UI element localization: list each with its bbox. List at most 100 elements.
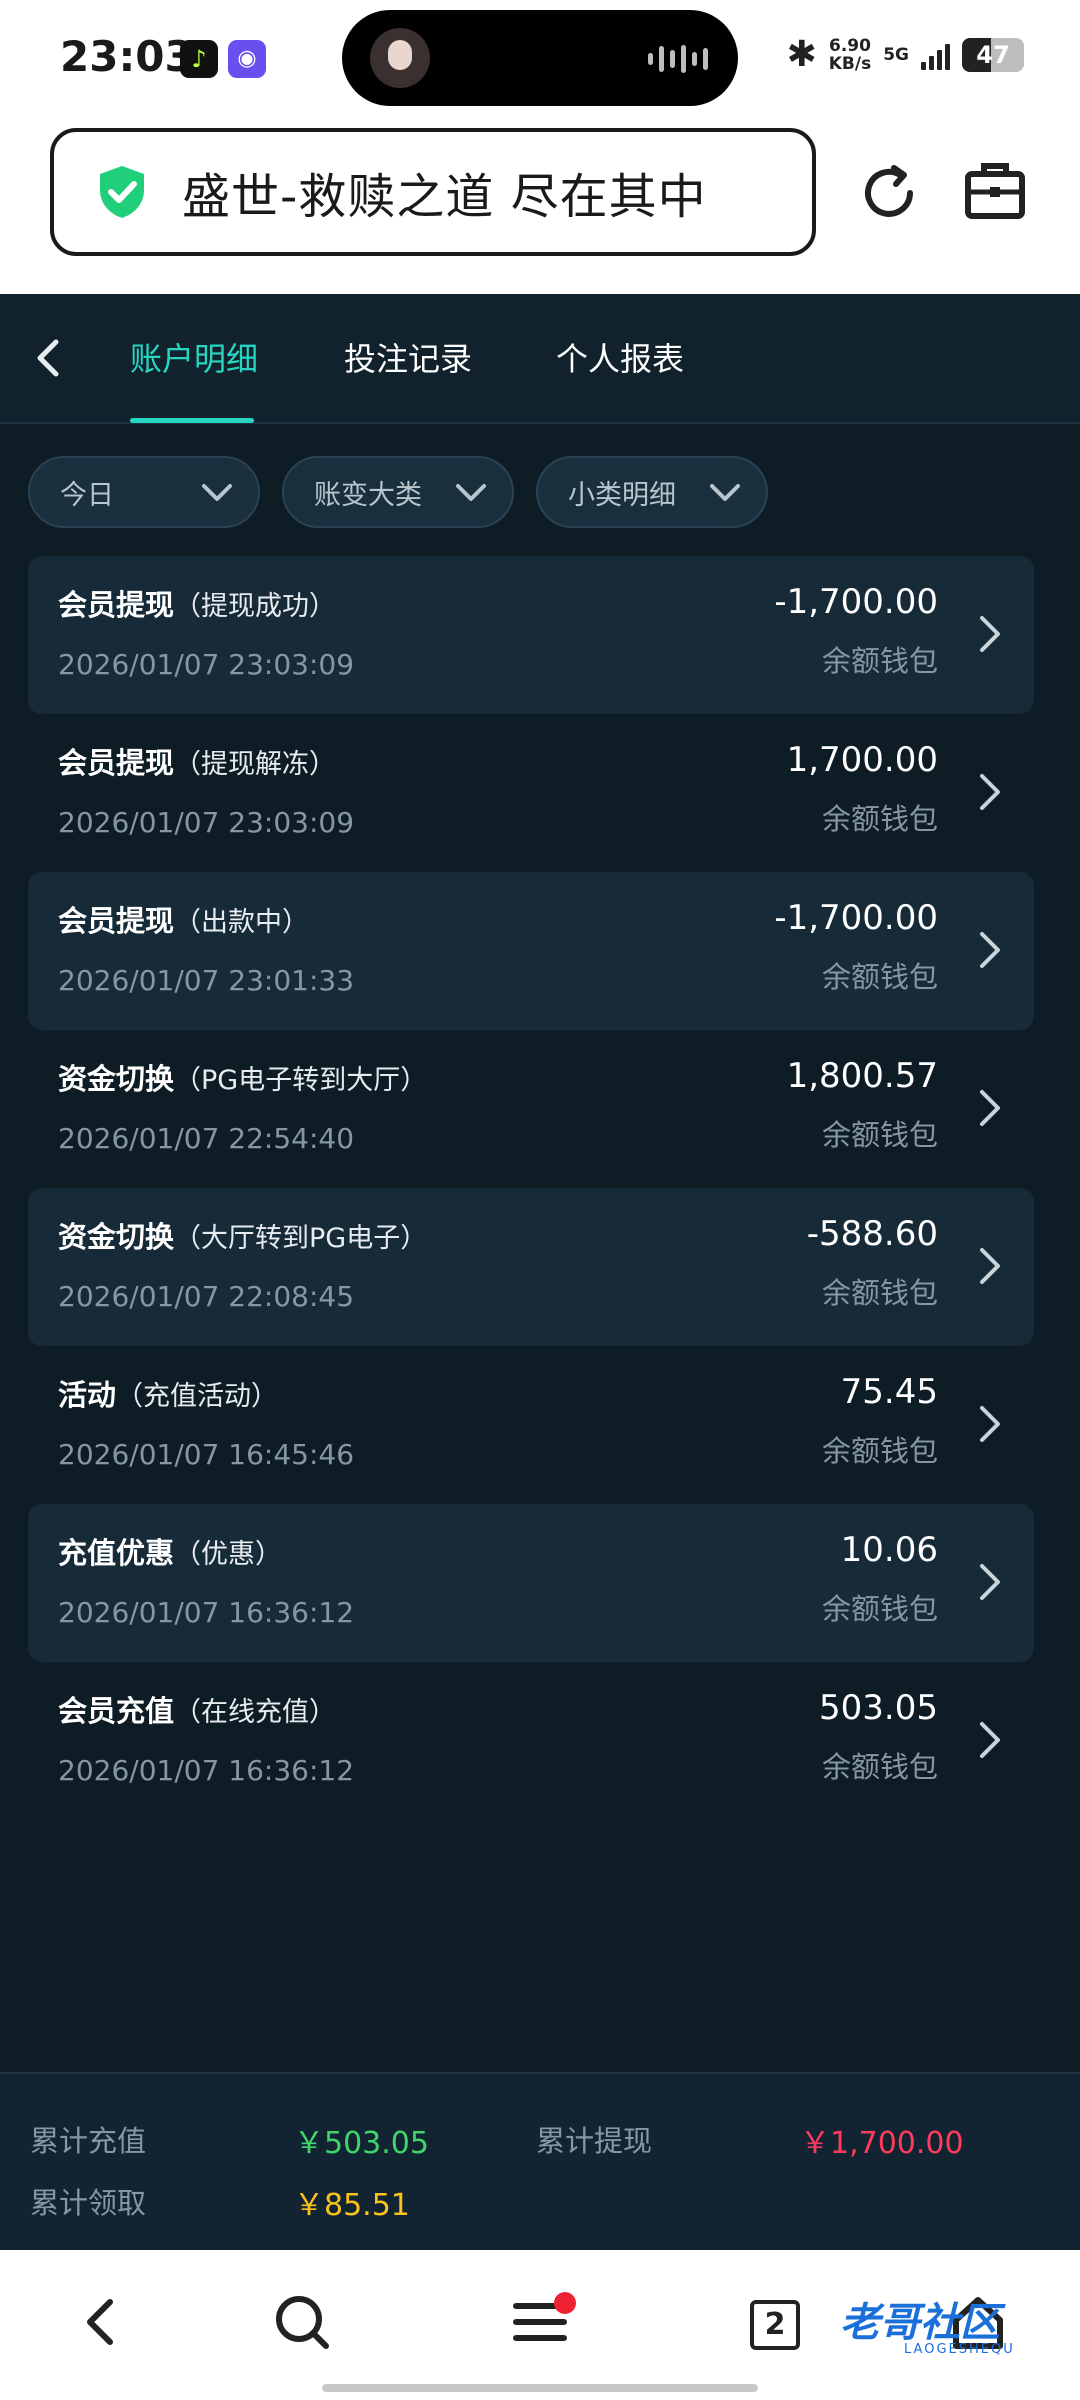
total-withdraw-value: ￥1,700.00 xyxy=(800,2126,964,2161)
transaction-detail: （提现成功） xyxy=(174,591,337,622)
tab-account-details[interactable]: 账户明细 xyxy=(130,334,258,380)
transaction-type: 会员充值 xyxy=(58,1694,175,1728)
shield-check-icon xyxy=(100,166,144,218)
transaction-wallet: 余额钱包 xyxy=(821,1750,938,1784)
transaction-wallet: 余额钱包 xyxy=(821,644,938,678)
chevron-right-icon xyxy=(980,616,1000,652)
filter-subcategory[interactable]: 小类明细 xyxy=(536,456,768,528)
transaction-row[interactable]: 会员充值（在线充值） 2026/01/07 16:36:12 503.05 余额… xyxy=(28,1662,1034,1820)
transaction-title: 会员提现（提现解冻） xyxy=(58,740,336,782)
transaction-type: 会员提现 xyxy=(58,746,175,780)
transaction-detail: （在线充值） xyxy=(174,1697,337,1728)
chevron-right-icon xyxy=(980,1090,1000,1126)
transaction-detail: （提现解冻） xyxy=(174,749,337,780)
transaction-amount: 1,800.57 xyxy=(786,1056,938,1096)
transaction-title: 会员提现（出款中） xyxy=(58,898,309,940)
transaction-amount: 503.05 xyxy=(819,1688,938,1728)
transaction-wallet: 余额钱包 xyxy=(821,1592,938,1626)
tab-bet-records[interactable]: 投注记录 xyxy=(344,334,472,380)
toolbox-icon[interactable] xyxy=(964,160,1026,222)
status-time: 23:03 xyxy=(60,32,194,81)
transaction-datetime: 2026/01/07 23:03:09 xyxy=(58,806,355,839)
back-icon[interactable] xyxy=(72,2292,132,2352)
total-claim-value: ￥85.51 xyxy=(294,2188,410,2223)
transaction-amount: -1,700.00 xyxy=(774,898,938,938)
transaction-datetime: 2026/01/07 22:08:45 xyxy=(58,1280,355,1313)
status-bar: 23:03 ♪ ◉ ✱ 6.90 KB/s 5G 47 xyxy=(0,0,1080,118)
total-deposit-label: 累计充值 xyxy=(30,2124,147,2158)
filter-subcategory-label: 小类明细 xyxy=(568,479,676,511)
chevron-down-icon xyxy=(202,484,232,501)
tabs-button[interactable]: 2 xyxy=(750,2300,800,2350)
transaction-type: 会员提现 xyxy=(58,904,175,938)
transaction-row[interactable]: 会员提现（提现成功） 2026/01/07 23:03:09 -1,700.00… xyxy=(28,556,1034,714)
watermark-logo: 老哥社区 xyxy=(840,2300,1000,2346)
page-title: 盛世-救赎之道 尽在其中 xyxy=(182,169,707,225)
filter-category-label: 账变大类 xyxy=(314,479,422,511)
search-icon[interactable] xyxy=(272,2292,332,2352)
battery-level: 47 xyxy=(976,40,1010,69)
dynamic-island[interactable] xyxy=(342,10,738,106)
transaction-row[interactable]: 会员提现（提现解冻） 2026/01/07 23:03:09 1,700.00 … xyxy=(28,714,1034,872)
refresh-icon[interactable] xyxy=(856,160,922,226)
tab-personal-report[interactable]: 个人报表 xyxy=(556,334,684,380)
back-arrow-icon[interactable] xyxy=(26,328,70,388)
summary-panel: 累计充值 ￥503.05 累计提现 ￥1,700.00 累计领取 ￥85.51 xyxy=(0,2072,1080,2250)
app-content: 账户明细 投注记录 个人报表 今日 账变大类 小类明细 会员提现（提现成功） 2… xyxy=(0,294,1080,2250)
transaction-amount: -1,700.00 xyxy=(774,582,938,622)
transaction-title: 资金切换（PG电子转到大厅） xyxy=(58,1056,427,1098)
chevron-right-icon xyxy=(980,1248,1000,1284)
battery-icon: 47 xyxy=(962,37,1024,72)
transaction-title: 充值优惠（优惠） xyxy=(58,1530,282,1572)
bluetooth-icon: ✱ xyxy=(786,34,817,75)
transaction-wallet: 余额钱包 xyxy=(821,802,938,836)
transaction-datetime: 2026/01/07 23:03:09 xyxy=(58,648,355,681)
watermark-subtitle: LAOGESHEQU xyxy=(904,2342,1015,2357)
filter-date-label: 今日 xyxy=(60,479,114,511)
transaction-wallet: 余额钱包 xyxy=(821,1434,938,1468)
transaction-row[interactable]: 充值优惠（优惠） 2026/01/07 16:36:12 10.06 余额钱包 xyxy=(28,1504,1034,1662)
transaction-type: 资金切换 xyxy=(58,1220,175,1254)
transaction-list: 会员提现（提现成功） 2026/01/07 23:03:09 -1,700.00… xyxy=(28,556,1034,1820)
address-bar[interactable]: 盛世-救赎之道 尽在其中 xyxy=(50,128,816,256)
speed-value: 6.90 xyxy=(828,35,871,56)
transaction-row[interactable]: 活动（充值活动） 2026/01/07 16:45:46 75.45 余额钱包 xyxy=(28,1346,1034,1504)
chevron-right-icon xyxy=(980,932,1000,968)
transaction-datetime: 2026/01/07 23:01:33 xyxy=(58,964,355,997)
transaction-title: 会员充值（在线充值） xyxy=(58,1688,336,1730)
filter-category[interactable]: 账变大类 xyxy=(282,456,514,528)
audio-wave-icon xyxy=(648,44,708,74)
chevron-down-icon xyxy=(710,484,740,501)
transaction-amount: 75.45 xyxy=(840,1372,938,1412)
chevron-right-icon xyxy=(980,1722,1000,1758)
filter-date[interactable]: 今日 xyxy=(28,456,260,528)
total-deposit-value: ￥503.05 xyxy=(294,2126,429,2161)
browser-bottom-nav: 2 老哥社区 LAOGESHEQU xyxy=(0,2250,1080,2400)
transaction-title: 会员提现（提现成功） xyxy=(58,582,336,624)
transaction-detail: （PG电子转到大厅） xyxy=(174,1065,428,1096)
transaction-row[interactable]: 会员提现（出款中） 2026/01/07 23:01:33 -1,700.00 … xyxy=(28,872,1034,1030)
transaction-amount: 10.06 xyxy=(840,1530,938,1570)
transaction-datetime: 2026/01/07 22:54:40 xyxy=(58,1122,355,1155)
transaction-detail: （优惠） xyxy=(174,1539,283,1570)
transaction-title: 资金切换（大厅转到PG电子） xyxy=(58,1214,427,1256)
chevron-right-icon xyxy=(980,1564,1000,1600)
transaction-row[interactable]: 资金切换（大厅转到PG电子） 2026/01/07 22:08:45 -588.… xyxy=(28,1188,1034,1346)
media-avatar xyxy=(370,28,430,88)
chevron-right-icon xyxy=(980,774,1000,810)
transaction-type: 活动 xyxy=(58,1378,117,1412)
transaction-wallet: 余额钱包 xyxy=(821,960,938,994)
chevron-down-icon xyxy=(456,484,486,501)
transaction-amount: 1,700.00 xyxy=(786,740,938,780)
home-indicator[interactable] xyxy=(322,2384,758,2392)
transaction-wallet: 余额钱包 xyxy=(821,1118,938,1152)
transaction-wallet: 余额钱包 xyxy=(821,1276,938,1310)
network-speed: 6.90 KB/s xyxy=(829,37,871,73)
transaction-row[interactable]: 资金切换（PG电子转到大厅） 2026/01/07 22:54:40 1,800… xyxy=(28,1030,1034,1188)
network-type: 5G xyxy=(883,44,909,65)
total-withdraw-label: 累计提现 xyxy=(536,2124,653,2158)
total-claim-label: 累计领取 xyxy=(30,2186,147,2220)
transaction-type: 会员提现 xyxy=(58,588,175,622)
shield-app-icon: ◉ xyxy=(228,40,266,78)
transaction-amount: -588.60 xyxy=(806,1214,938,1254)
